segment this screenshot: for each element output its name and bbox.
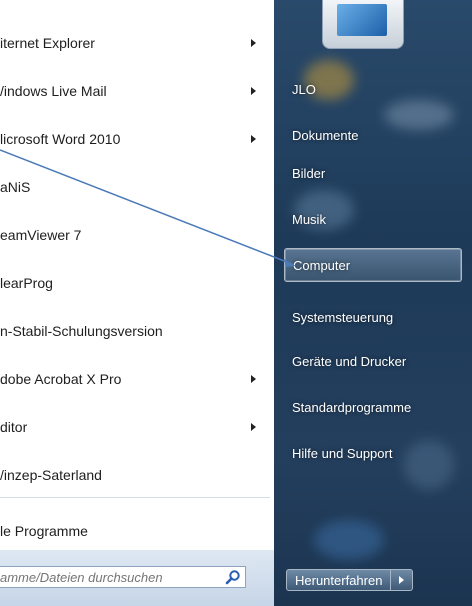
program-item[interactable]: learProg <box>0 264 274 302</box>
submenu-arrow-icon <box>251 375 256 383</box>
program-item[interactable]: eamViewer 7 <box>0 216 274 254</box>
all-programs-item[interactable]: le Programme <box>0 512 274 550</box>
program-item[interactable]: n-Stabil-Schulungsversion <box>0 312 274 350</box>
program-item[interactable]: dobe Acrobat X Pro <box>0 360 274 398</box>
submenu-arrow-icon <box>251 87 256 95</box>
shutdown-button[interactable]: Herunterfahren <box>286 569 392 591</box>
search-area <box>0 550 274 606</box>
places-item[interactable]: JLO <box>284 72 462 106</box>
program-label: n-Stabil-Schulungsversion <box>0 323 163 339</box>
chevron-right-icon <box>399 576 405 584</box>
program-label: aNiS <box>0 179 31 195</box>
shutdown-group: Herunterfahren <box>286 569 414 591</box>
program-item[interactable]: /indows Live Mail <box>0 72 274 110</box>
program-item[interactable]: /inzep-Saterland <box>0 456 274 494</box>
program-label: iternet Explorer <box>0 35 95 51</box>
submenu-arrow-icon <box>251 135 256 143</box>
start-menu-programs-panel: iternet Explorer/indows Live Mail licroso… <box>0 12 275 606</box>
search-box[interactable] <box>0 566 246 588</box>
program-item[interactable]: licrosoft Word 2010 <box>0 120 274 158</box>
separator <box>0 497 270 498</box>
program-item[interactable]: iternet Explorer <box>0 24 274 62</box>
places-item[interactable]: Computer <box>284 248 462 282</box>
places-item[interactable]: Hilfe und Support <box>284 436 462 470</box>
places-item[interactable]: Geräte und Drucker <box>284 344 462 378</box>
shutdown-options-button[interactable] <box>391 569 414 591</box>
monitor-icon <box>337 4 387 36</box>
places-item[interactable]: Systemsteuerung <box>284 300 462 334</box>
program-label: /indows Live Mail <box>0 83 107 99</box>
program-item[interactable]: ditor <box>0 408 274 446</box>
program-label: eamViewer 7 <box>0 227 82 243</box>
program-label: dobe Acrobat X Pro <box>0 371 122 387</box>
places-item[interactable]: Musik <box>284 202 462 236</box>
submenu-arrow-icon <box>251 423 256 431</box>
submenu-arrow-icon <box>251 39 256 47</box>
places-item[interactable]: Bilder <box>284 156 462 190</box>
search-input[interactable] <box>0 567 215 587</box>
background-blob <box>314 520 384 560</box>
places-item[interactable]: Dokumente <box>284 118 462 152</box>
program-item[interactable]: aNiS <box>0 168 274 206</box>
all-programs-label: le Programme <box>0 523 88 539</box>
program-label: learProg <box>0 275 53 291</box>
program-label: /inzep-Saterland <box>0 467 102 483</box>
search-icon[interactable] <box>225 569 241 585</box>
start-menu-places-panel: JLO Dokumente Bilder Musik Computer Systemste… <box>274 0 472 606</box>
places-item[interactable]: Standardprogramme <box>284 390 462 424</box>
user-picture[interactable] <box>322 0 404 49</box>
program-label: ditor <box>0 419 28 435</box>
program-label: licrosoft Word 2010 <box>0 131 121 147</box>
